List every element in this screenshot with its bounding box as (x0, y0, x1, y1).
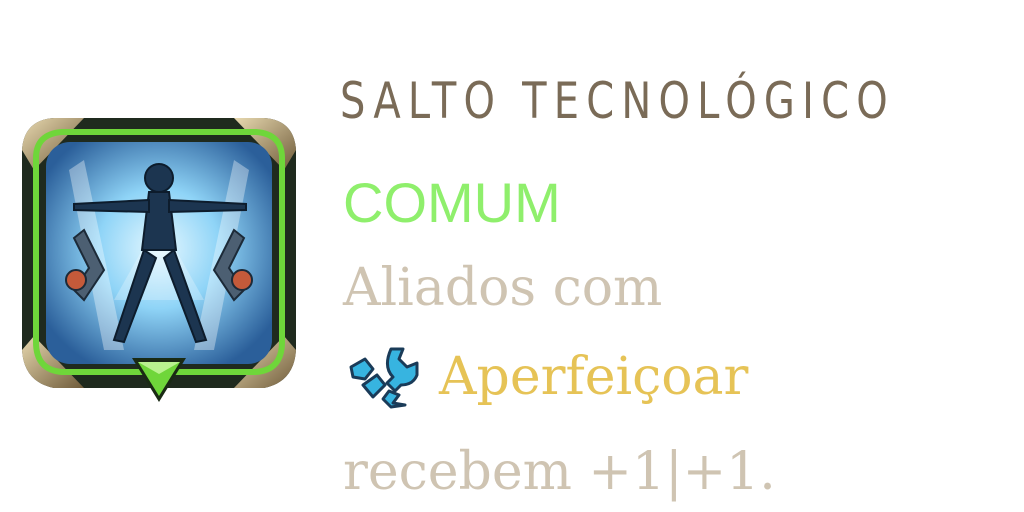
augment-title: SALTO TECNOLÓGICO (340, 72, 895, 130)
trait-name: Aperfeiçoar (439, 347, 749, 407)
augment-card-art[interactable] (14, 100, 304, 410)
description-line-1: Aliados com (343, 258, 663, 318)
wrench-gear-icon (343, 345, 423, 409)
augment-rarity: COMUM (343, 171, 561, 234)
description-line-2: Aperfeiçoar (343, 345, 748, 409)
description-line-3: recebem +1|+1. (343, 442, 776, 502)
